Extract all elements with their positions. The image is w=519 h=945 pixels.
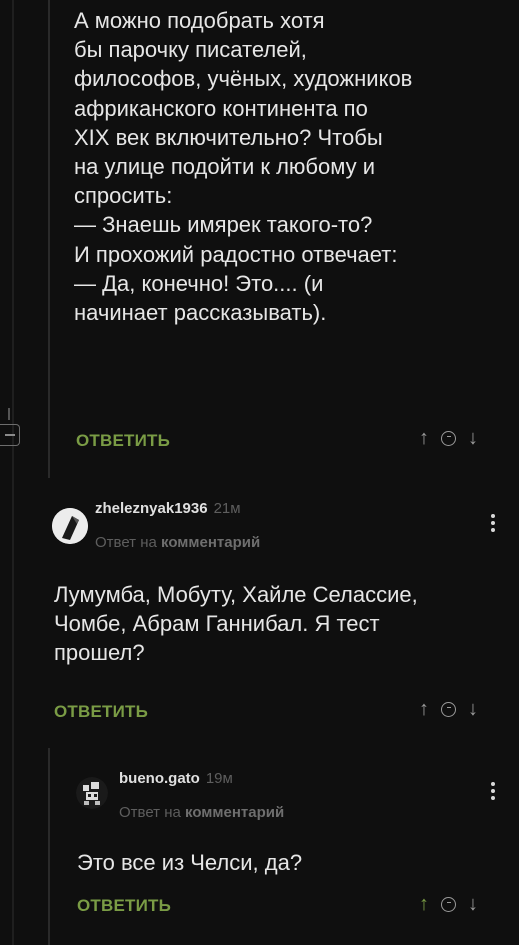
comment-3-reply-button[interactable]: ОТВЕТИТЬ	[77, 896, 171, 916]
reply-target-link[interactable]: комментарий	[161, 534, 260, 551]
dot-icon	[491, 514, 495, 518]
comment-2-reply-to: Ответ на комментарий	[95, 534, 260, 551]
comments-thread: А можно подобрать хотя бы парочку писате…	[0, 0, 519, 945]
comment-1-reply-button[interactable]: ОТВЕТИТЬ	[76, 431, 170, 451]
downvote-icon[interactable]: ↓	[468, 428, 478, 448]
reply-prefix: Ответ на	[95, 534, 157, 551]
minus-icon	[4, 434, 15, 436]
reply-prefix: Ответ на	[119, 804, 181, 821]
comment-2-reply-button[interactable]: ОТВЕТИТЬ	[54, 702, 148, 722]
collapse-tick	[8, 408, 10, 420]
comment-1-actions: ↑ ↓	[419, 428, 478, 448]
downvote-icon[interactable]: ↓	[468, 699, 478, 719]
thread-line-level2[interactable]	[48, 748, 50, 945]
comment-3-reply-to: Ответ на комментарий	[119, 804, 284, 821]
thread-line-level1[interactable]	[48, 0, 50, 478]
dot-icon	[491, 796, 495, 800]
collapse-thread-button[interactable]	[0, 424, 20, 446]
dot-icon	[491, 528, 495, 532]
comment-3-menu-button[interactable]	[491, 782, 495, 800]
upvote-icon[interactable]: ↑	[419, 699, 429, 719]
reply-target-link[interactable]: комментарий	[185, 804, 284, 821]
username[interactable]: zheleznyak1936	[95, 500, 208, 517]
comment-2-author[interactable]: zheleznyak1936 21м	[95, 500, 241, 517]
upvote-icon[interactable]: ↑	[419, 428, 429, 448]
avatar[interactable]	[52, 508, 88, 544]
dot-icon	[491, 782, 495, 786]
comment-3-actions: ↑ ↓	[419, 894, 478, 914]
avatar-image	[52, 508, 88, 544]
avatar-image	[76, 777, 108, 809]
dot-icon	[491, 789, 495, 793]
timestamp: 19м	[205, 770, 233, 787]
dot-icon	[491, 521, 495, 525]
avatar[interactable]	[76, 777, 108, 809]
clock-icon[interactable]	[441, 430, 456, 446]
username[interactable]: bueno.gato	[119, 770, 200, 787]
downvote-icon[interactable]: ↓	[468, 894, 478, 914]
clock-icon[interactable]	[441, 701, 456, 717]
comment-3-author[interactable]: bueno.gato 19м	[119, 770, 233, 787]
comment-2-text: Лумумба, Мобуту, Хайле Селассие, Чомбе, …	[54, 582, 418, 666]
clock-icon[interactable]	[441, 896, 456, 912]
comment-3-text: Это все из Челси, да?	[77, 850, 303, 875]
timestamp: 21м	[213, 500, 241, 517]
comment-2-actions: ↑ ↓	[419, 699, 478, 719]
comment-2-menu-button[interactable]	[491, 514, 495, 532]
upvote-icon[interactable]: ↑	[419, 894, 429, 914]
thread-line-outer[interactable]	[12, 0, 14, 945]
comment-1-text: А можно подобрать хотя бы парочку писате…	[74, 8, 413, 326]
